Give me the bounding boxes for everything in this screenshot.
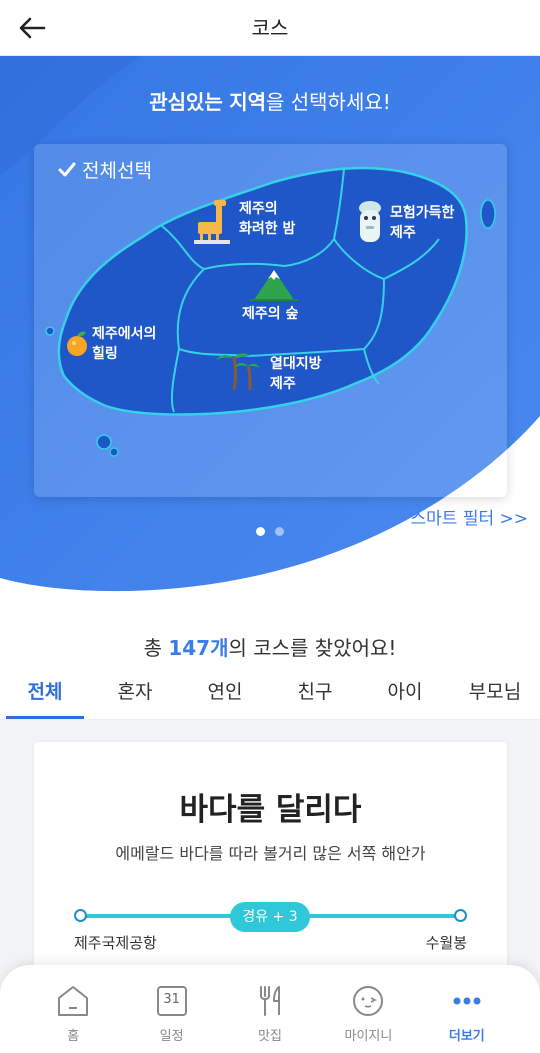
region-jeju-night[interactable]: 제주의 화려한 밤 [239,199,295,239]
nav-my-genie[interactable]: 마이지니 [319,965,417,1053]
bottom-navigation: 홈 31 일정 맛집 마이지니 더보기 [0,965,540,1053]
region-healing-line1: 제주에서의 [92,326,157,342]
app-header: 코스 [0,0,540,56]
result-count-number: 147개 [168,636,229,660]
tab-kids[interactable]: 아이 [360,668,450,719]
nav-more[interactable]: 더보기 [418,965,516,1053]
route-start-node [74,909,87,922]
nav-more-label: 더보기 [448,1029,485,1044]
calendar-icon: 31 [154,983,190,1019]
jeju-map-panel: 전체선택 제주의 화려한 밤 모험가득한 제주 제주의 숲 제주에서의 힐링 열… [34,144,507,497]
tab-couple[interactable]: 연인 [180,668,270,719]
carousel-dots [0,527,540,536]
companion-tabs: 전체 혼자 연인 친구 아이 부모님 [0,668,540,720]
result-suffix: 의 코스를 찾았어요! [228,636,397,660]
nav-home[interactable]: 홈 [24,965,122,1053]
region-forest-line1: 제주의 숲 [242,306,299,322]
region-jeju-night-line1: 제주의 [239,201,278,217]
region-jeju-night-line2: 화려한 밤 [239,221,296,237]
route-start-label: 제주국제공항 [74,934,157,952]
result-count: 총 147개의 코스를 찾았어요! [0,632,540,661]
calendar-day: 31 [163,992,180,1007]
course-card[interactable]: 바다를 달리다 에메랄드 바다를 따라 볼거리 많은 서쪽 해안가 경유 + 3… [34,742,507,1002]
region-healing[interactable]: 제주에서의 힐링 [92,324,156,364]
nav-schedule-label: 일정 [159,1029,184,1044]
region-tropical[interactable]: 열대지방 제주 [270,354,322,394]
hero-question: 관심있는 지역을 선택하세요! [0,86,540,115]
carousel-dot-1[interactable] [256,527,265,536]
smart-filter-link[interactable]: 스마트 필터 >> [411,504,529,529]
course-description: 에메랄드 바다를 따라 볼거리 많은 서쪽 해안가 [115,844,426,863]
region-adventure-line2: 제주 [390,225,416,241]
nav-schedule[interactable]: 31 일정 [122,965,220,1053]
result-prefix: 총 [143,636,169,660]
carousel-dot-2[interactable] [275,527,284,536]
region-forest[interactable]: 제주의 숲 [242,304,298,324]
nav-home-label: 홈 [67,1029,80,1044]
tab-alone[interactable]: 혼자 [90,668,180,719]
waypoint-badge: 경유 + 3 [230,902,310,932]
nav-my-genie-label: 마이지니 [344,1029,393,1044]
question-bold-1: 관심있는 [149,90,223,114]
region-adventure[interactable]: 모험가득한 제주 [390,203,454,243]
route-end-label: 수월봉 [425,934,467,952]
tab-parents[interactable]: 부모님 [450,668,540,719]
route-end-node [454,909,467,922]
region-select-hero: 관심있는 지역을 선택하세요! 전체선택 제주의 화려한 밤 모험가득한 제주 … [0,56,540,601]
region-adventure-line1: 모험가득한 [390,205,455,221]
more-dots-icon [449,983,485,1019]
home-icon [55,983,91,1019]
question-rest: 을 선택하세요! [266,90,391,114]
face-icon [350,983,386,1019]
question-bold-2: 지역 [229,90,266,114]
fork-knife-icon [252,983,288,1019]
nav-restaurants-label: 맛집 [258,1029,282,1044]
region-tropical-line2: 제주 [270,376,296,392]
course-title: 바다를 달리다 [179,792,362,828]
tab-all[interactable]: 전체 [0,668,90,719]
stone-statue-icon [359,201,381,242]
tab-friends[interactable]: 친구 [270,668,360,719]
region-tropical-line1: 열대지방 [270,356,322,372]
region-healing-line2: 힐링 [92,346,118,362]
nav-restaurants[interactable]: 맛집 [221,965,319,1053]
page-title: 코스 [251,16,289,40]
